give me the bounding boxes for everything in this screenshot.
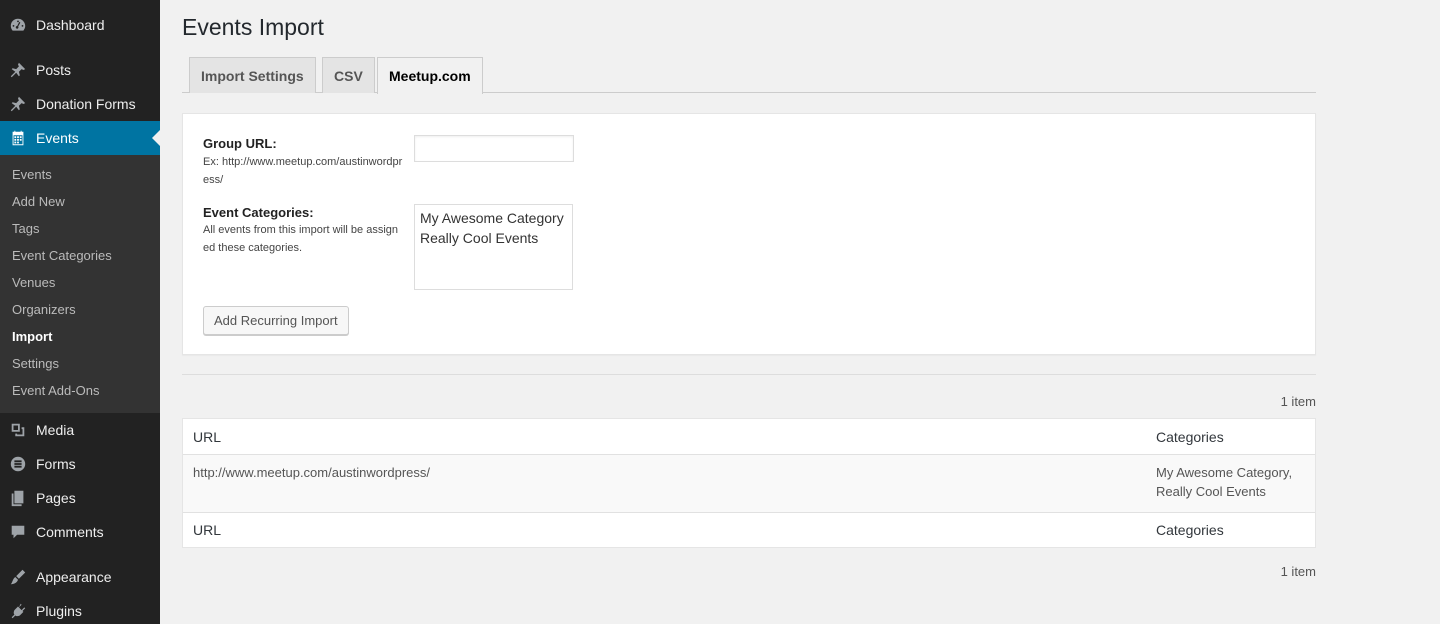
import-form-panel: Group URL: Ex: http://www.meetup.com/aus…: [182, 113, 1316, 355]
column-footer-url: URL: [193, 522, 222, 538]
menu-label: Appearance: [36, 569, 112, 585]
plug-icon: [0, 602, 36, 620]
menu-label: Comments: [36, 524, 104, 540]
column-header-categories: Categories: [1156, 429, 1224, 445]
group-url-description: Ex: http://www.meetup.com/austinwordpres…: [203, 156, 403, 186]
menu-plugins[interactable]: Plugins: [0, 594, 160, 624]
submenu-tags[interactable]: Tags: [12, 221, 39, 236]
row-categories-line: Really Cool Events: [1156, 484, 1266, 499]
tab-import-settings[interactable]: Import Settings: [189, 57, 316, 93]
submenu-events[interactable]: Events: [12, 167, 52, 182]
row-categories-line: My Awesome Category,: [1156, 465, 1293, 480]
pin-icon: [0, 61, 36, 79]
page-title: Events Import: [182, 14, 324, 40]
media-icon: [0, 421, 36, 439]
column-header-url: URL: [193, 429, 222, 445]
row-categories: My Awesome Category, Really Cool Events: [1156, 463, 1292, 501]
submenu-import[interactable]: Import: [12, 329, 52, 344]
tab-meetup[interactable]: Meetup.com: [377, 57, 483, 94]
submenu-organizers[interactable]: Organizers: [12, 302, 76, 317]
event-categories-label: Event Categories:: [203, 205, 314, 220]
item-count-top: 1 item: [1280, 394, 1316, 409]
tab-bar: Import Settings CSV Meetup.com: [182, 57, 1316, 94]
events-submenu: Events Add New Tags Event Categories Ven…: [0, 155, 160, 413]
row-url: http://www.meetup.com/austinwordpress/: [193, 465, 430, 480]
event-categories-select[interactable]: My Awesome Category Really Cool Events: [414, 204, 573, 290]
menu-dashboard[interactable]: Dashboard: [0, 8, 160, 42]
add-recurring-import-button[interactable]: Add Recurring Import: [203, 306, 349, 335]
pages-icon: [0, 489, 36, 507]
menu-label: Plugins: [36, 603, 82, 619]
column-footer-categories: Categories: [1156, 522, 1224, 538]
submenu-settings[interactable]: Settings: [12, 356, 59, 371]
item-count-bottom: 1 item: [1280, 564, 1316, 579]
menu-label: Media: [36, 422, 75, 438]
category-option[interactable]: Really Cool Events: [420, 228, 567, 248]
tab-csv[interactable]: CSV: [322, 57, 375, 93]
forms-icon: [0, 455, 36, 473]
menu-pages[interactable]: Pages: [0, 481, 160, 515]
imports-table: URL Categories http://www.meetup.com/aus…: [182, 418, 1316, 548]
menu-label: Donation Forms: [36, 96, 136, 112]
submenu-venues[interactable]: Venues: [12, 275, 55, 290]
menu-label: Forms: [36, 456, 76, 472]
menu-forms[interactable]: Forms: [0, 447, 160, 481]
submenu-add-new[interactable]: Add New: [12, 194, 65, 209]
menu-label: Dashboard: [36, 17, 105, 33]
table-row: http://www.meetup.com/austinwordpress/ M…: [183, 455, 1315, 512]
calendar-icon: [0, 129, 36, 147]
category-option[interactable]: My Awesome Category: [420, 208, 567, 228]
menu-donation-forms[interactable]: Donation Forms: [0, 87, 160, 121]
menu-label: Events: [36, 130, 79, 146]
menu-label: Pages: [36, 490, 76, 506]
submenu-event-categories[interactable]: Event Categories: [12, 248, 112, 263]
group-url-input[interactable]: [414, 135, 574, 162]
table-footer-row: URL Categories: [183, 512, 1315, 548]
brush-icon: [0, 568, 36, 586]
event-categories-description: All events from this import will be assi…: [203, 224, 399, 254]
admin-sidebar: Dashboard Posts Donation Forms Events Ev…: [0, 0, 160, 624]
menu-label: Posts: [36, 62, 72, 78]
menu-media[interactable]: Media: [0, 413, 160, 447]
comment-icon: [0, 523, 36, 541]
group-url-label: Group URL:: [203, 136, 277, 151]
table-header-row: URL Categories: [183, 419, 1315, 455]
menu-comments[interactable]: Comments: [0, 515, 160, 549]
divider: [182, 374, 1316, 375]
menu-posts[interactable]: Posts: [0, 53, 160, 87]
pin-icon: [0, 95, 36, 113]
submenu-event-add-ons[interactable]: Event Add-Ons: [12, 383, 99, 398]
menu-appearance[interactable]: Appearance: [0, 560, 160, 594]
dashboard-icon: [0, 16, 36, 34]
menu-events[interactable]: Events: [0, 121, 160, 155]
